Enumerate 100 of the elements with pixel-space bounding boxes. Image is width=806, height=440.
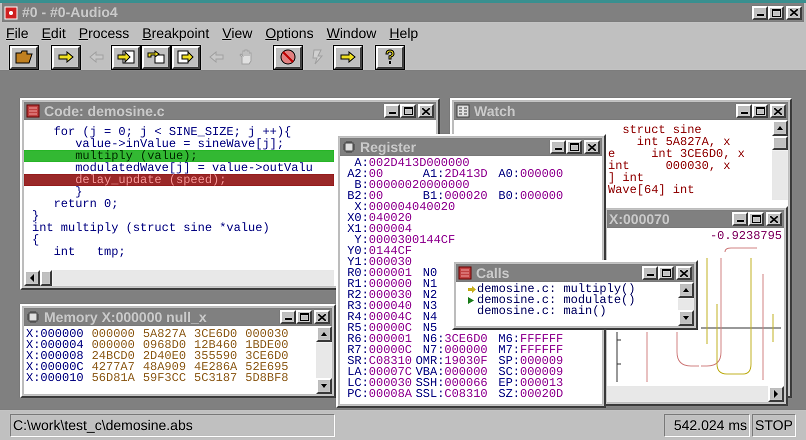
register-value: 000004040020 — [368, 202, 456, 213]
close-button[interactable] — [418, 104, 434, 118]
register-name: X1: — [346, 224, 369, 235]
arrow-icon — [88, 51, 104, 63]
step-out-icon — [177, 50, 195, 64]
toolbar-button[interactable] — [172, 46, 200, 68]
register-name: OMR: — [416, 356, 444, 367]
scroll-arrow-button[interactable] — [678, 310, 694, 326]
maximize-button[interactable] — [748, 212, 764, 226]
minimize-button[interactable] — [752, 6, 768, 20]
arrow-icon — [773, 390, 779, 398]
register-value: 00000C — [368, 323, 412, 334]
register-name: PC: — [346, 389, 369, 400]
register-name: X0: — [346, 213, 369, 224]
close-button[interactable] — [584, 140, 600, 154]
notebook-icon — [26, 104, 40, 118]
maximize-button[interactable] — [752, 104, 768, 118]
maximize-button[interactable] — [566, 140, 582, 154]
scroll-arrow-button[interactable] — [772, 120, 788, 136]
call-entry[interactable]: demosine.c: modulate() — [477, 295, 636, 306]
register-name: A2: — [346, 169, 369, 180]
scroll-arrow-button[interactable] — [316, 378, 332, 394]
menu-item[interactable]: Breakpoint — [142, 22, 210, 44]
register-name: R2: — [346, 290, 369, 301]
register-value: 00004C — [368, 312, 412, 323]
horizontal-scrollbar[interactable] — [24, 270, 334, 286]
folder-icon — [15, 50, 33, 64]
arrow-icon — [468, 286, 476, 293]
register-value: 00 — [368, 191, 384, 202]
memory-address: X:000000 — [26, 329, 84, 340]
menu-item[interactable]: Window — [326, 22, 376, 44]
register-value: 00000C — [368, 345, 412, 356]
scroll-thumb[interactable] — [40, 270, 52, 286]
register-value: 0000300144CF — [368, 235, 456, 246]
notebook-icon — [458, 266, 472, 280]
toolbar-button[interactable] — [112, 46, 140, 68]
memory-value: 1BDE00 — [245, 340, 288, 351]
toolbar-button[interactable] — [10, 46, 38, 68]
minimize-button[interactable] — [280, 310, 296, 324]
horizontal-scrollbar[interactable] — [607, 386, 784, 402]
register-name: N5 — [422, 323, 438, 334]
close-button[interactable] — [786, 6, 802, 20]
window-title: Memory X:000000 null_x — [44, 308, 208, 327]
memory-value: 000030 — [245, 329, 288, 340]
maximize-button[interactable] — [658, 266, 674, 280]
scroll-arrow-button[interactable] — [678, 282, 694, 298]
toolbar-button[interactable] — [274, 46, 302, 68]
register-value: 00 — [368, 169, 384, 180]
close-button[interactable] — [314, 310, 330, 324]
memory-address: X:000008 — [26, 351, 84, 362]
call-entry[interactable]: demosine.c: multiply() — [477, 284, 636, 295]
toolbar-button[interactable] — [52, 46, 80, 68]
minimize-icon — [736, 220, 744, 222]
menu-item[interactable]: Options — [265, 22, 314, 44]
scroll-thumb[interactable] — [772, 136, 788, 150]
close-button[interactable] — [766, 212, 782, 226]
menu-item[interactable]: Process — [78, 22, 130, 44]
vertical-scrollbar[interactable] — [316, 326, 332, 394]
maximize-button[interactable] — [768, 6, 784, 20]
minimize-button[interactable] — [550, 140, 566, 154]
register-name: A1: — [422, 169, 444, 180]
scroll-arrow-button[interactable] — [24, 270, 40, 286]
memory-value: 5A827A — [142, 329, 186, 340]
code-line: return 0; — [52, 198, 120, 210]
register-name: SZ: — [497, 389, 520, 400]
menu-item[interactable]: View — [222, 22, 252, 44]
minimize-button[interactable] — [642, 266, 658, 280]
toolbar-button[interactable] — [334, 46, 362, 68]
minimize-icon — [284, 318, 292, 320]
minimize-button[interactable] — [732, 212, 748, 226]
maximize-icon — [300, 313, 308, 321]
scroll-arrow-button[interactable] — [768, 386, 784, 402]
scroll-arrow-button[interactable] — [316, 326, 332, 342]
arrow-icon — [682, 287, 690, 293]
toolbar-button[interactable] — [376, 46, 404, 68]
close-button[interactable] — [676, 266, 692, 280]
register-name: N2 — [422, 290, 438, 301]
menu-item[interactable]: File — [6, 22, 29, 44]
maximize-button[interactable] — [296, 310, 312, 324]
register-value: 000040 — [368, 301, 412, 312]
toolbar-button[interactable] — [142, 46, 170, 68]
watch-line: ] int — [608, 172, 644, 184]
register-name: N1 — [422, 279, 438, 290]
register-value: 000030 — [368, 257, 412, 268]
register-value: 000000 — [444, 367, 488, 378]
register-name: SR: — [346, 356, 369, 367]
call-entry[interactable]: demosine.c: main() — [477, 306, 607, 317]
vertical-scrollbar[interactable] — [678, 282, 694, 326]
vertical-scrollbar[interactable] — [772, 120, 788, 200]
register-value: 000001 — [368, 268, 412, 279]
close-icon — [680, 270, 688, 276]
maximize-icon — [772, 8, 780, 16]
close-button[interactable] — [770, 104, 786, 118]
minimize-button[interactable] — [736, 104, 752, 118]
maximize-button[interactable] — [400, 104, 416, 118]
register-value: 000000 — [520, 191, 564, 202]
menu-item[interactable]: Help — [389, 22, 418, 44]
menu-item[interactable]: Edit — [42, 22, 66, 44]
minimize-button[interactable] — [384, 104, 400, 118]
register-value: C08310 — [368, 356, 412, 367]
